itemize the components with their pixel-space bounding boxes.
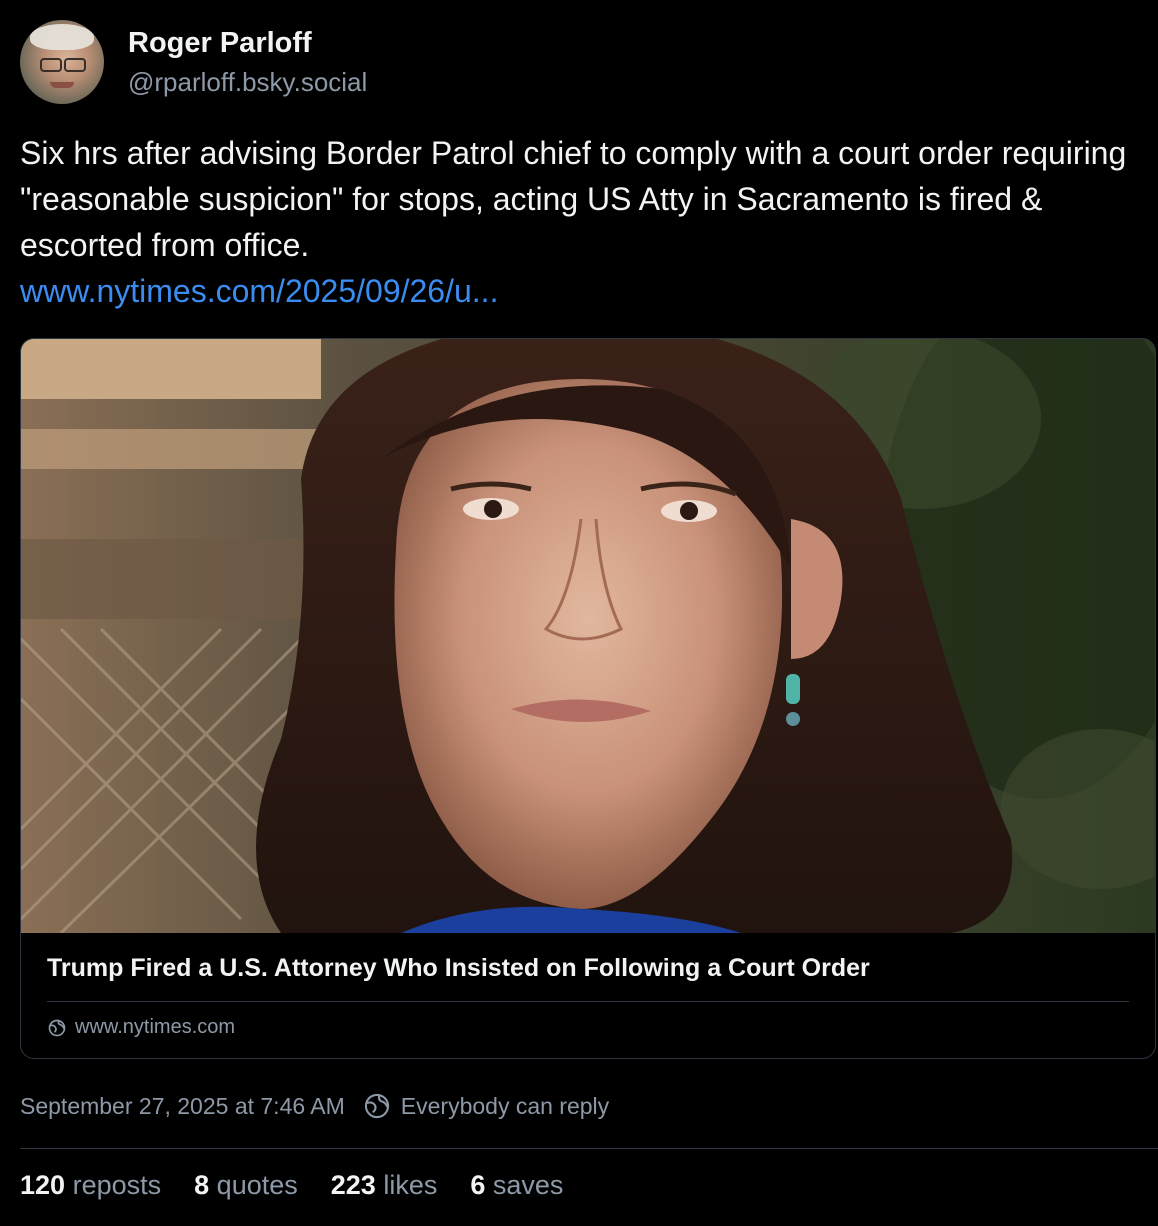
post-text: Six hrs after advising Border Patrol chi… (20, 130, 1150, 314)
engagement-stats: 120 reposts 8 quotes 223 likes 6 saves (20, 1170, 596, 1201)
avatar[interactable] (20, 20, 104, 104)
post-timestamp[interactable]: September 27, 2025 at 7:46 AM (20, 1093, 345, 1120)
likes-label: likes (383, 1170, 438, 1200)
reply-setting[interactable]: Everybody can reply (363, 1092, 609, 1120)
reposts-label: reposts (72, 1170, 162, 1200)
globe-icon (48, 1019, 66, 1036)
author-names: Roger Parloff @rparloff.bsky.social (128, 25, 367, 99)
link-preview-body: Trump Fired a U.S. Attorney Who Insisted… (21, 933, 1155, 1039)
post-thread-item: Roger Parloff @rparloff.bsky.social Six … (0, 0, 1158, 1226)
globe-icon (364, 1093, 389, 1119)
saves-label: saves (492, 1170, 564, 1200)
quotes-stat[interactable]: 8 quotes (194, 1170, 298, 1201)
link-preview-title: Trump Fired a U.S. Attorney Who Insisted… (47, 954, 870, 982)
reposts-count: 120 (20, 1170, 66, 1200)
author-handle[interactable]: @rparloff.bsky.social (128, 65, 367, 99)
author-header[interactable]: Roger Parloff @rparloff.bsky.social (20, 20, 367, 104)
quotes-count: 8 (194, 1170, 210, 1200)
post-meta: September 27, 2025 at 7:46 AM Everybody … (20, 1092, 609, 1120)
link-preview-card[interactable]: Trump Fired a U.S. Attorney Who Insisted… (20, 338, 1156, 1059)
post-link[interactable]: www.nytimes.com/2025/09/26/u... (20, 268, 1150, 314)
link-preview-image (21, 339, 1155, 933)
quotes-label: quotes (216, 1170, 298, 1200)
author-display-name[interactable]: Roger Parloff (128, 25, 367, 61)
likes-stat[interactable]: 223 likes (331, 1170, 438, 1201)
likes-count: 223 (330, 1170, 376, 1200)
post-body: Six hrs after advising Border Patrol chi… (20, 135, 1127, 263)
reposts-stat[interactable]: 120 reposts (20, 1170, 161, 1201)
reply-setting-label: Everybody can reply (400, 1092, 610, 1119)
saves-count: 6 (470, 1170, 486, 1200)
link-preview-divider (47, 1001, 1129, 1002)
stats-divider (20, 1148, 1158, 1149)
saves-stat[interactable]: 6 saves (470, 1170, 563, 1201)
link-preview-domain-row: www.nytimes.com (47, 1016, 1129, 1039)
link-preview-domain: www.nytimes.com (75, 1016, 236, 1038)
